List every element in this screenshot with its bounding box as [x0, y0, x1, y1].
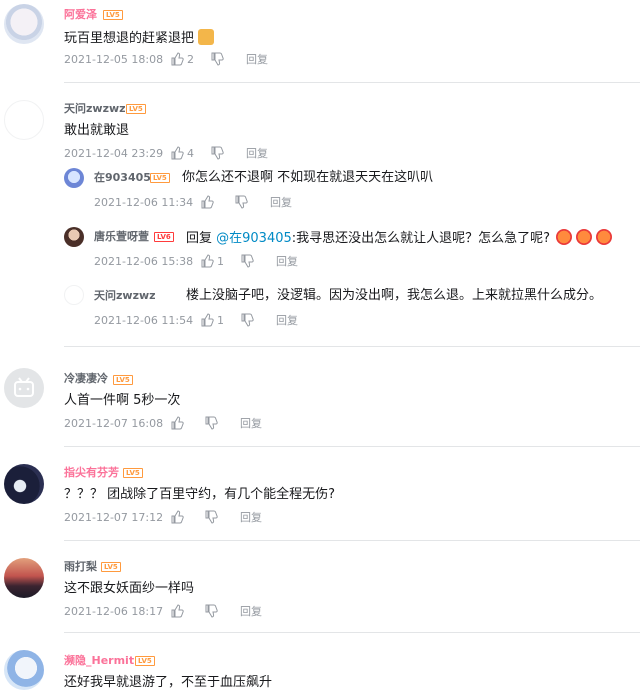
thumbs-up-icon[interactable] [200, 313, 214, 327]
thumbs-down-icon[interactable] [210, 52, 224, 66]
thumbs-up-icon[interactable] [170, 510, 184, 524]
angry-face-emoji [556, 229, 573, 245]
comment-text: 人首一件啊 5秒一次 [64, 393, 181, 408]
thumbs-up-icon[interactable] [170, 146, 184, 160]
level-badge: LV5 [135, 656, 155, 666]
comment-username[interactable]: 阿爱泽 [64, 8, 97, 22]
level-badge: LV5 [150, 173, 170, 183]
reply-button[interactable]: 回复 [270, 196, 292, 210]
mention-link[interactable]: @在903405 [216, 231, 292, 246]
avatar[interactable] [4, 100, 44, 140]
level-badge: LV5 [123, 468, 143, 478]
avatar[interactable] [4, 368, 44, 408]
reply-username[interactable]: 天问zwzwz [94, 289, 156, 303]
reply-text: 楼上没脑子吧，没逻辑。因为没出啊，我怎么退。上来就拉黑什么成分。 [186, 288, 603, 303]
like-count: 1 [217, 255, 224, 268]
thumbs-down-icon[interactable] [240, 313, 254, 327]
avatar[interactable] [64, 285, 84, 305]
reply-date: 2021-12-06 11:34 [94, 196, 194, 209]
thumbs-up-icon[interactable] [200, 254, 214, 268]
thumbs-down-icon[interactable] [204, 604, 218, 618]
emoji-icon [198, 29, 215, 45]
reply-button[interactable]: 回复 [240, 511, 262, 525]
level-badge: LV5 [103, 10, 123, 20]
level-badge: LV5 [101, 562, 121, 572]
avatar[interactable] [4, 650, 44, 690]
reply-text: 回复 @在903405:我寻思还没出怎么就让人退呢？怎么急了呢? [186, 229, 613, 247]
comment-date: 2021-12-05 18:08 [64, 53, 164, 66]
level-badge: LV5 [126, 104, 146, 114]
comment-date: 2021-12-06 18:17 [64, 605, 164, 618]
comment-text: 玩百里想退的赶紧退把 [64, 29, 215, 47]
divider [64, 446, 640, 447]
comment-username[interactable]: 雨打梨 [64, 560, 97, 574]
like-count: 2 [187, 53, 194, 66]
comment-date: 2021-12-04 23:29 [64, 147, 164, 160]
like-count: 1 [217, 314, 224, 327]
comment-text: 还好我早就退游了，不至于血压飙升 [64, 675, 273, 690]
angry-face-emoji [576, 229, 593, 245]
comment-username[interactable]: 天问zwzwz [64, 102, 126, 116]
level-badge: LV6 [154, 232, 174, 242]
comment-date: 2021-12-07 17:12 [64, 511, 164, 524]
angry-face-emoji [596, 229, 613, 245]
comment-username[interactable]: 冷凄凄冷 [64, 372, 108, 386]
comment-username[interactable]: 濒隐_Hermit [64, 654, 134, 668]
divider [64, 632, 640, 633]
avatar[interactable] [4, 464, 44, 504]
thumbs-up-icon[interactable] [170, 604, 184, 618]
comment-text: 敢出就敢退 [64, 123, 130, 138]
divider [64, 82, 640, 83]
thumbs-down-icon[interactable] [240, 254, 254, 268]
thumbs-up-icon[interactable] [170, 52, 184, 66]
divider [64, 346, 640, 347]
reply-username[interactable]: 在903405 [94, 171, 151, 185]
tv-placeholder-icon [14, 377, 34, 397]
thumbs-down-icon[interactable] [204, 510, 218, 524]
reply-button[interactable]: 回复 [240, 605, 262, 619]
thumbs-up-icon[interactable] [200, 195, 214, 209]
comment-date: 2021-12-07 16:08 [64, 417, 164, 430]
reply-username[interactable]: 唐乐萱呀萱 [94, 230, 149, 244]
reply-button[interactable]: 回复 [240, 417, 262, 431]
reply-date: 2021-12-06 15:38 [94, 255, 194, 268]
thumbs-up-icon[interactable] [170, 416, 184, 430]
reply-button[interactable]: 回复 [246, 53, 268, 67]
comment-text: ？？？ 团战除了百里守约，有几个能全程无伤? [64, 487, 336, 502]
thumbs-down-icon[interactable] [234, 195, 248, 209]
reply-text: 你怎么还不退啊 不如现在就退天天在这叭叭 [182, 170, 434, 185]
avatar[interactable] [4, 558, 44, 598]
avatar[interactable] [64, 227, 84, 247]
like-count: 4 [187, 147, 194, 160]
comment-username[interactable]: 指尖有芬芳 [64, 466, 119, 480]
comment-text: 这不跟女妖面纱一样吗 [64, 581, 195, 596]
reply-button[interactable]: 回复 [276, 255, 298, 269]
reply-button[interactable]: 回复 [276, 314, 298, 328]
avatar[interactable] [4, 4, 44, 44]
avatar[interactable] [64, 168, 84, 188]
reply-button[interactable]: 回复 [246, 147, 268, 161]
divider [64, 540, 640, 541]
reply-date: 2021-12-06 11:54 [94, 314, 194, 327]
thumbs-down-icon[interactable] [204, 416, 218, 430]
thumbs-down-icon[interactable] [210, 146, 224, 160]
level-badge: LV5 [113, 375, 133, 385]
